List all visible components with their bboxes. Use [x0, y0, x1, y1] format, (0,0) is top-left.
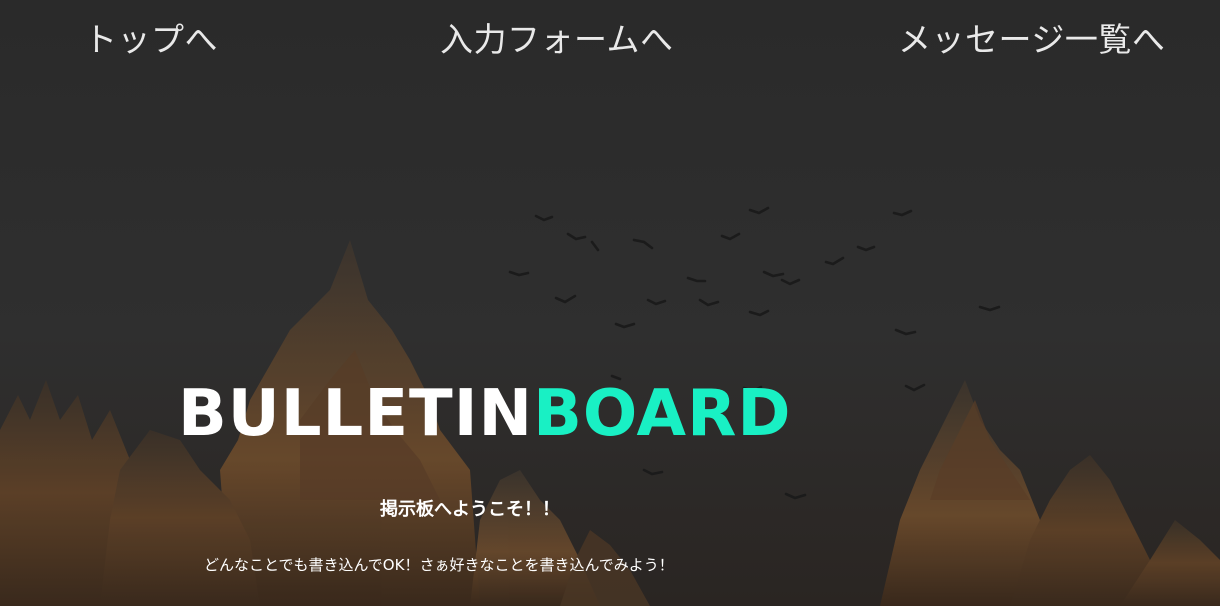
hero-title-bulletin: BULLETIN: [178, 377, 534, 451]
description-text: どんなことでも書き込んでOK！さぁ好きなことを書き込んでみよう！: [204, 556, 674, 574]
top-navigation: トップへ 入力フォームへ メッセージ一覧へ: [0, 0, 1220, 84]
nav-link-input-form[interactable]: 入力フォームへ: [440, 18, 674, 62]
nav-link-message-list[interactable]: メッセージ一覧へ: [898, 18, 1165, 62]
background-forest-birds-image: [0, 0, 1220, 606]
page: トップへ 入力フォームへ メッセージ一覧へ BULLETINBOARD 掲示板へ…: [0, 0, 1220, 606]
nav-link-top[interactable]: トップへ: [84, 18, 218, 62]
hero-title: BULLETINBOARD: [178, 376, 791, 452]
welcome-text: 掲示板へようこそ！！: [380, 499, 560, 520]
hero-title-board: BOARD: [533, 377, 792, 451]
